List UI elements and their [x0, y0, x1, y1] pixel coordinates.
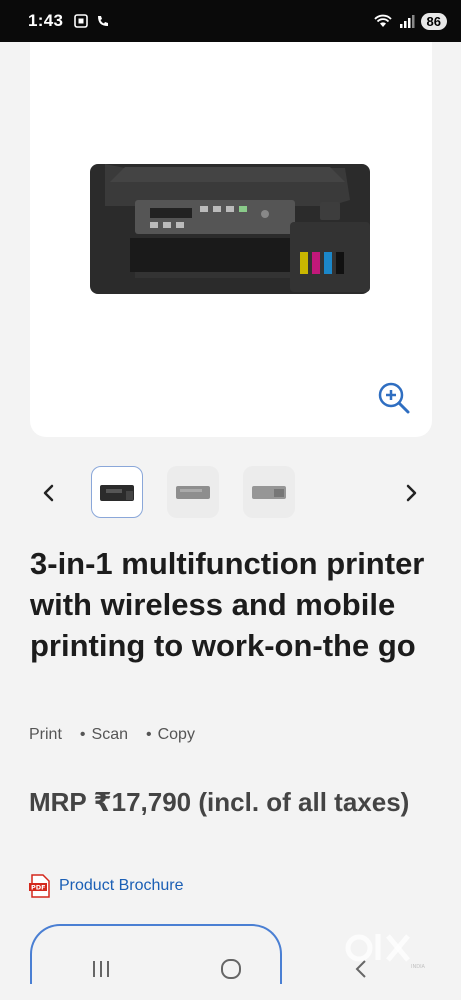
signal-icon: [399, 15, 415, 28]
bullet-icon: •: [79, 726, 86, 743]
chevron-right-icon[interactable]: [400, 478, 424, 508]
status-notification-icons: [73, 13, 111, 29]
recent-apps-icon[interactable]: [90, 958, 112, 980]
pdf-icon: PDF: [29, 874, 50, 898]
status-right-icons: 86: [373, 12, 447, 30]
feature-label: Scan: [91, 726, 128, 743]
printer-image: [90, 164, 370, 294]
feature-item: Print: [29, 726, 62, 744]
product-price: MRP ₹17,790 (incl. of all taxes): [29, 787, 410, 817]
feature-label: Print: [29, 726, 62, 743]
thumbnail-1[interactable]: [91, 466, 143, 518]
svg-text:INDIA: INDIA: [411, 964, 425, 970]
chevron-left-icon[interactable]: [36, 478, 60, 508]
thumbnail-carousel: [0, 462, 461, 526]
printer-thumbnail-image: [100, 485, 134, 501]
wifi-icon: [373, 14, 392, 27]
printer-thumbnail-image: [252, 486, 286, 499]
screenshot-icon: [74, 14, 89, 28]
olx-watermark-logo: INDIA: [345, 934, 425, 970]
brochure-label[interactable]: Product Brochure: [59, 877, 184, 895]
feature-list: Print • Scan • Copy: [29, 726, 213, 744]
printer-thumbnail-image: [176, 486, 210, 499]
svg-text:PDF: PDF: [31, 884, 46, 892]
feature-label: Copy: [157, 726, 195, 743]
product-image-card[interactable]: [30, 42, 432, 437]
feature-item: • Copy: [146, 726, 195, 744]
home-icon[interactable]: [220, 958, 242, 980]
feature-item: • Scan: [80, 726, 128, 744]
thumbnail-3[interactable]: [243, 466, 295, 518]
product-brochure-link[interactable]: PDF Product Brochure: [29, 874, 184, 898]
status-bar: 1:43 86: [0, 0, 461, 42]
status-time: 1:43: [28, 11, 64, 30]
product-title: 3-in-1 multifunction printer with wirele…: [30, 546, 425, 663]
zoom-in-icon[interactable]: [376, 380, 412, 416]
call-forward-icon: [98, 16, 109, 26]
thumbnail-2[interactable]: [167, 466, 219, 518]
battery-indicator: 86: [420, 12, 447, 30]
bullet-icon: •: [145, 726, 152, 743]
